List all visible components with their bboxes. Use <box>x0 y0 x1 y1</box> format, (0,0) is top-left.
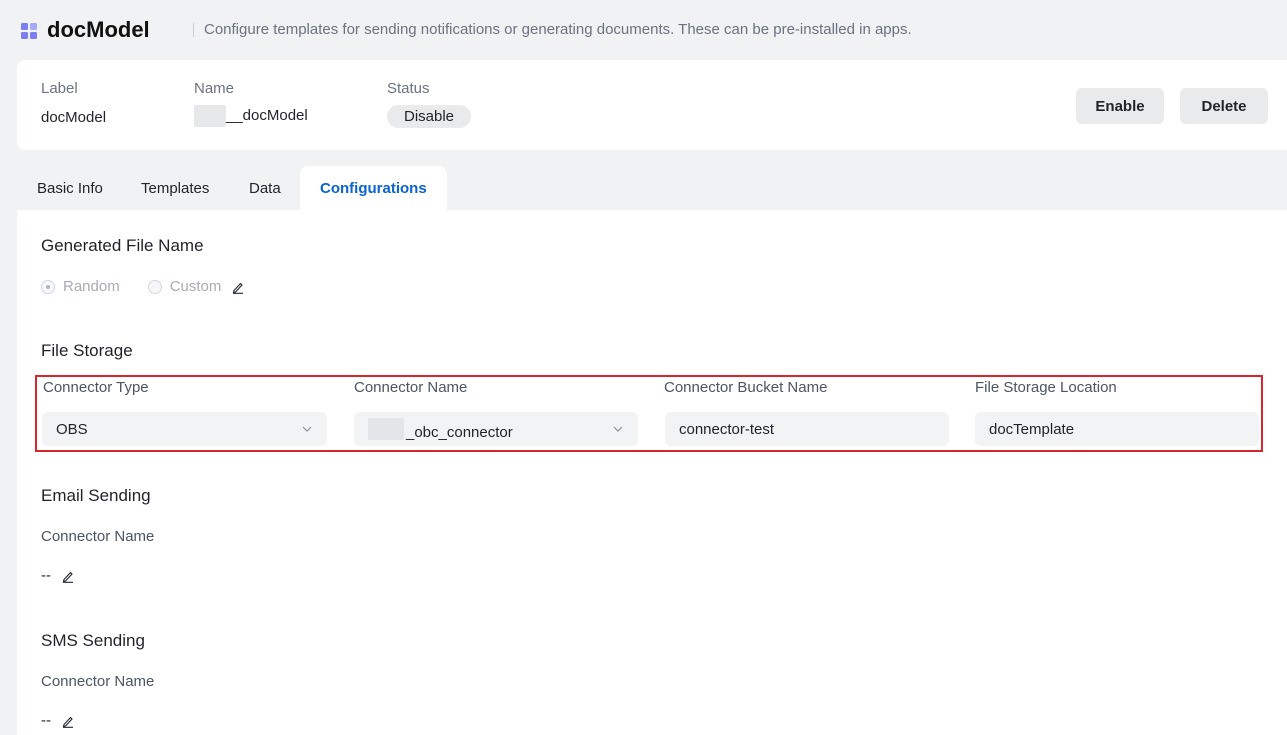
radio-custom[interactable] <box>147 279 162 294</box>
enable-button[interactable]: Enable <box>1076 88 1164 124</box>
page-description: Configure templates for sending notifica… <box>204 21 912 38</box>
name-column: Name __docModel <box>194 80 308 127</box>
storage-location-label: File Storage Location <box>975 379 1117 396</box>
grid-app-icon <box>21 23 37 39</box>
file-name-radio-group: Random Custom <box>41 278 245 295</box>
name-value-row: __docModel <box>194 105 308 127</box>
pencil-icon[interactable] <box>231 280 245 294</box>
storage-location-value: docTemplate <box>989 420 1075 438</box>
redacted-prefix <box>194 105 226 127</box>
bucket-name-field[interactable]: connector-test <box>665 412 949 446</box>
generated-file-name-title: Generated File Name <box>41 236 204 255</box>
chevron-down-icon <box>613 426 623 432</box>
pencil-icon[interactable] <box>61 714 75 728</box>
bucket-name-value: connector-test <box>679 420 775 438</box>
email-connector-value: -- <box>41 567 51 584</box>
email-connector-label: Connector Name <box>41 528 155 545</box>
connector-type-select[interactable]: OBS <box>42 412 327 446</box>
radio-random[interactable] <box>41 279 55 294</box>
radio-random-label: Random <box>63 278 120 295</box>
configurations-panel: Generated File Name Random Custom File S… <box>17 210 1287 735</box>
name-heading: Name <box>194 80 235 97</box>
bucket-name-label: Connector Bucket Name <box>664 379 828 396</box>
sms-connector-label: Connector Name <box>41 673 155 690</box>
chevron-down-icon <box>302 426 312 432</box>
connector-type-value: OBS <box>56 420 88 438</box>
storage-location-field[interactable]: docTemplate <box>975 412 1259 446</box>
connector-name-label: Connector Name <box>354 379 468 396</box>
sms-connector-value: -- <box>41 712 51 729</box>
label-value: docModel <box>41 109 107 126</box>
delete-button[interactable]: Delete <box>1180 88 1268 124</box>
tab-templates[interactable]: Templates <box>141 166 209 211</box>
email-sending-title: Email Sending <box>41 486 151 505</box>
pencil-icon[interactable] <box>61 569 75 583</box>
redacted-prefix <box>368 418 404 440</box>
title-divider <box>193 23 194 37</box>
sms-sending-title: SMS Sending <box>41 631 145 650</box>
connector-type-label: Connector Type <box>43 379 149 396</box>
tab-data[interactable]: Data <box>249 166 281 211</box>
name-value: __docModel <box>226 106 308 124</box>
tab-configurations[interactable]: Configurations <box>300 166 447 211</box>
radio-custom-label: Custom <box>169 278 222 295</box>
connector-name-value: _obc_connector <box>406 423 513 441</box>
summary-card: Label docModel Name __docModel Status Di… <box>17 60 1287 150</box>
email-connector-row: -- <box>41 567 75 584</box>
status-badge: Disable <box>387 105 472 128</box>
connector-name-select[interactable]: _obc_connector <box>354 412 638 446</box>
status-heading: Status <box>387 80 430 97</box>
label-column: Label docModel <box>41 80 106 126</box>
file-storage-title: File Storage <box>41 341 133 360</box>
label-heading: Label <box>41 80 78 97</box>
page-header: docModel Configure templates for sending… <box>0 0 1287 60</box>
status-column: Status Disable <box>387 80 472 128</box>
tab-basic-info[interactable]: Basic Info <box>37 166 103 211</box>
page-title: docModel <box>47 17 150 42</box>
sms-connector-row: -- <box>41 712 75 729</box>
